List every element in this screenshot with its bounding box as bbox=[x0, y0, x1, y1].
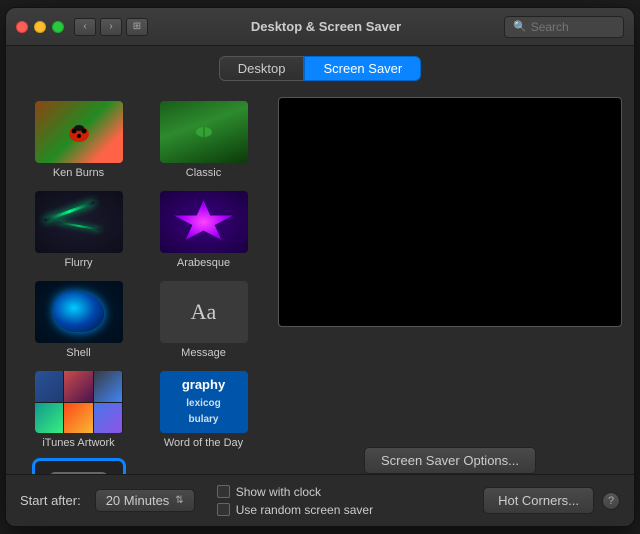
screensaver-item-classic[interactable]: Classic bbox=[143, 97, 264, 183]
animatedgif-box: Animated Gif bbox=[49, 472, 107, 474]
traffic-lights bbox=[16, 21, 64, 33]
titlebar: ‹ › ⊞ Desktop & Screen Saver 🔍 bbox=[6, 8, 634, 46]
start-after-dropdown[interactable]: 20 Minutes ⇅ bbox=[95, 489, 195, 512]
label-arabesque: Arabesque bbox=[177, 257, 230, 269]
itunes-cell-6 bbox=[94, 403, 123, 434]
ladybug-icon bbox=[64, 120, 94, 144]
message-preview-text: Aa bbox=[191, 299, 217, 325]
itunes-cell-4 bbox=[35, 403, 64, 434]
label-shell: Shell bbox=[66, 347, 90, 359]
start-after-label: Start after: bbox=[20, 493, 81, 508]
itunes-cell-5 bbox=[64, 403, 93, 434]
help-button[interactable]: ? bbox=[602, 492, 620, 510]
random-screensaver-checkbox[interactable] bbox=[217, 503, 230, 516]
thumbnail-arabesque bbox=[160, 191, 248, 253]
search-input[interactable] bbox=[531, 20, 621, 34]
screensaver-item-shell[interactable]: Shell bbox=[18, 277, 139, 363]
nav-buttons: ‹ › bbox=[74, 18, 122, 36]
screensaver-item-flurry[interactable]: Flurry bbox=[18, 187, 139, 273]
screensaver-list: Ken Burns Classic bbox=[18, 97, 266, 474]
dropdown-arrow-icon: ⇅ bbox=[175, 495, 183, 506]
leaf-icon bbox=[189, 120, 219, 144]
search-box[interactable]: 🔍 bbox=[504, 16, 624, 38]
tab-desktop[interactable]: Desktop bbox=[219, 56, 305, 81]
preview-screen bbox=[278, 97, 622, 327]
show-clock-checkbox[interactable] bbox=[217, 485, 230, 498]
itunes-cell-2 bbox=[64, 371, 93, 402]
main-content: Ken Burns Classic bbox=[6, 89, 634, 474]
minimize-button[interactable] bbox=[34, 21, 46, 33]
itunes-cell-1 bbox=[35, 371, 64, 402]
screensaver-item-word-of-day[interactable]: graphylexicogbulary Word of the Day bbox=[143, 367, 264, 453]
thumbnail-shell bbox=[35, 281, 123, 343]
thumbnail-itunes-artwork bbox=[35, 371, 123, 433]
thumbnail-classic bbox=[160, 101, 248, 163]
wordofday-preview-text: graphylexicogbulary bbox=[178, 373, 229, 432]
show-clock-label: Show with clock bbox=[236, 485, 321, 499]
thumbnail-flurry bbox=[35, 191, 123, 253]
screensaver-item-animated-gif[interactable]: Animated Gif AnimatedGif bbox=[18, 457, 139, 474]
maximize-button[interactable] bbox=[52, 21, 64, 33]
screen-saver-options-button[interactable]: Screen Saver Options... bbox=[364, 447, 536, 474]
label-itunes-artwork: iTunes Artwork bbox=[42, 437, 114, 449]
search-icon: 🔍 bbox=[513, 20, 527, 33]
window-title: Desktop & Screen Saver bbox=[148, 19, 504, 34]
hot-corners-button[interactable]: Hot Corners... bbox=[483, 487, 594, 514]
thumbnail-message: Aa bbox=[160, 281, 248, 343]
random-screensaver-label: Use random screen saver bbox=[236, 503, 373, 517]
thumbnail-ken-burns bbox=[35, 101, 123, 163]
screensaver-item-arabesque[interactable]: Arabesque bbox=[143, 187, 264, 273]
tabs-bar: Desktop Screen Saver bbox=[6, 46, 634, 89]
label-word-of-day: Word of the Day bbox=[164, 437, 243, 449]
screensaver-item-message[interactable]: Aa Message bbox=[143, 277, 264, 363]
bottom-right-controls: Hot Corners... ? bbox=[483, 487, 620, 514]
label-ken-burns: Ken Burns bbox=[53, 167, 104, 179]
close-button[interactable] bbox=[16, 21, 28, 33]
forward-button[interactable]: › bbox=[100, 18, 122, 36]
shell-object bbox=[54, 292, 104, 332]
thumbnail-animated-gif: Animated Gif bbox=[35, 461, 123, 474]
label-flurry: Flurry bbox=[64, 257, 92, 269]
itunes-cell-3 bbox=[94, 371, 123, 402]
screensaver-item-ken-burns[interactable]: Ken Burns bbox=[18, 97, 139, 183]
checkboxes-group: Show with clock Use random screen saver bbox=[217, 485, 373, 517]
label-classic: Classic bbox=[186, 167, 221, 179]
show-with-clock-row: Show with clock bbox=[217, 485, 373, 499]
back-button[interactable]: ‹ bbox=[74, 18, 96, 36]
arabesque-shape bbox=[173, 200, 235, 243]
main-window: ‹ › ⊞ Desktop & Screen Saver 🔍 Desktop S… bbox=[5, 7, 635, 527]
thumbnail-word-of-day: graphylexicogbulary bbox=[160, 371, 248, 433]
screensaver-item-itunes-artwork[interactable]: iTunes Artwork bbox=[18, 367, 139, 453]
random-screensaver-row: Use random screen saver bbox=[217, 503, 373, 517]
bottom-bar: Start after: 20 Minutes ⇅ Show with cloc… bbox=[6, 474, 634, 526]
grid-button[interactable]: ⊞ bbox=[126, 18, 148, 36]
label-message: Message bbox=[181, 347, 226, 359]
tab-screensaver[interactable]: Screen Saver bbox=[304, 56, 421, 81]
preview-panel: Screen Saver Options... bbox=[278, 97, 622, 474]
start-after-value: 20 Minutes bbox=[106, 493, 170, 508]
